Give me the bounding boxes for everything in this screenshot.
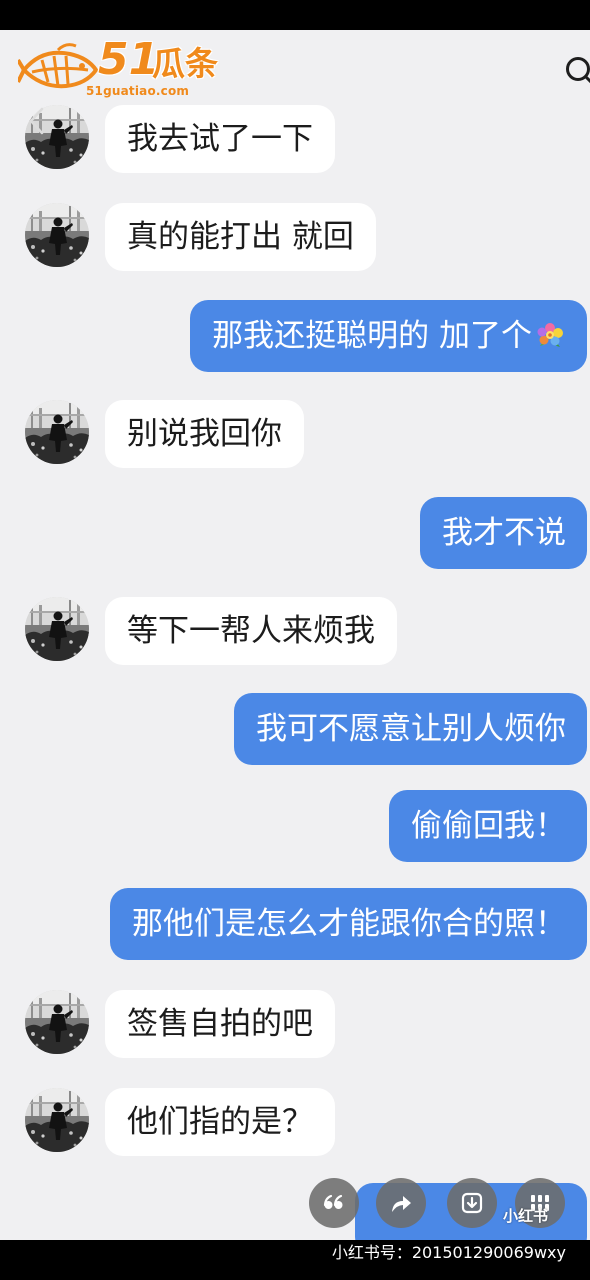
contact-avatar[interactable] [25,990,89,1054]
back-chevron-icon[interactable] [26,106,48,136]
message-bubble[interactable]: 我去试了一下 [105,105,335,173]
chat-screen: 51 瓜条 51guatiao.com 我去试了一下 真的能打出 就回 那我还挺… [0,0,590,1280]
watermark-number: 51 [98,34,160,85]
message-bubble[interactable]: 那他们是怎么才能跟你合的照！ [110,888,587,960]
xiaohongshu-logo: 小红书 [503,1207,549,1225]
search-icon[interactable] [561,54,590,88]
message-bubble[interactable]: 我才不说 [420,497,587,569]
status-bar [0,0,590,30]
message-text: 我去试了一下 [127,121,313,157]
message-text: 那他们是怎么才能跟你合的照！ [132,906,566,942]
message-text: 等下一帮人来烦我 [127,613,375,649]
quote-button[interactable] [309,1178,359,1228]
message-bubble[interactable]: 签售自拍的吧 [105,990,335,1058]
watermark-logo: 51 瓜条 51guatiao.com [18,34,230,102]
message-bubble[interactable]: 真的能打出 就回 [105,203,376,271]
contact-avatar[interactable] [25,597,89,661]
message-text: 我才不说 [442,515,566,551]
message-text: 偷偷回我！ [411,808,566,844]
quote-icon [323,1194,343,1209]
contact-avatar[interactable] [25,400,89,464]
account-id-text: 小红书号：201501290069wxy [331,1243,566,1262]
message-bubble[interactable]: 我可不愿意让别人烦你 [234,693,587,765]
message-text: 我可不愿意让别人烦你 [256,711,566,747]
message-bubble[interactable]: 那我还挺聪明的 加了个 [190,300,587,372]
share-button[interactable] [376,1178,426,1228]
message-text: 真的能打出 就回 [127,219,354,255]
message-bubble[interactable]: 等下一帮人来烦我 [105,597,397,665]
message-text: 他们指的是？ [127,1104,313,1140]
message-text: 那我还挺聪明的 加了个 [212,318,532,354]
message-bubble[interactable]: 他们指的是？ [105,1088,335,1156]
share-icon [392,1196,411,1212]
download-icon [461,1192,483,1214]
flower-emoji-icon [534,320,566,352]
footer-bar: 小红书号：201501290069wxy [0,1240,590,1280]
message-bubble[interactable]: 偷偷回我！ [389,790,587,862]
message-text: 别说我回你 [127,416,282,452]
message-text: 签售自拍的吧 [127,1006,313,1042]
watermark-domain: 51guatiao.com [86,84,190,98]
watermark-name: 瓜条 [152,44,218,83]
message-bubble[interactable]: 别说我回你 [105,400,304,468]
contact-avatar[interactable] [25,1088,89,1152]
contact-avatar[interactable] [25,203,89,267]
download-button[interactable] [447,1178,497,1228]
